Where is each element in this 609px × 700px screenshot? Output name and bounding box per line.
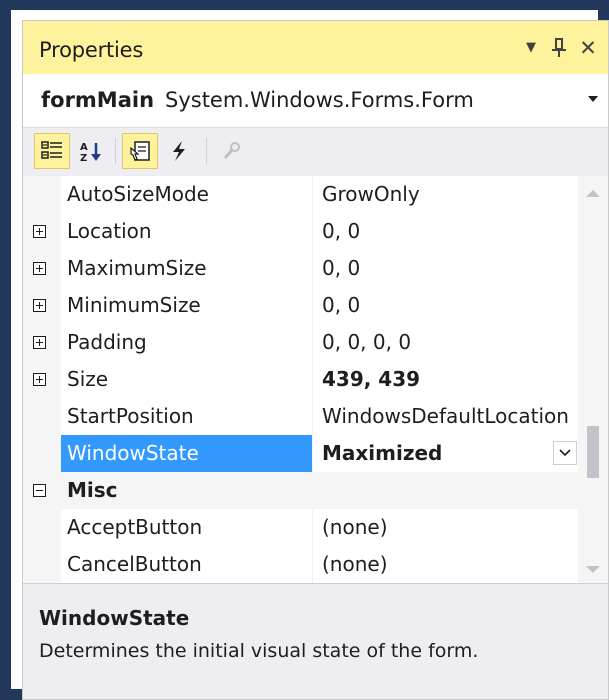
value-dropdown-button[interactable] <box>553 441 577 465</box>
property-value[interactable]: 0, 0 <box>322 213 584 250</box>
description-title: WindowState <box>39 606 190 630</box>
property-row[interactable]: MaximumSize 0, 0 <box>23 250 578 287</box>
column-divider <box>312 546 313 583</box>
description-text: Determines the initial visual state of t… <box>39 640 479 662</box>
scroll-down-icon[interactable] <box>586 566 600 573</box>
column-divider <box>312 213 313 250</box>
property-name: MaximumSize <box>67 256 207 280</box>
column-divider <box>312 435 313 472</box>
panel-titlebar[interactable]: Properties ▼ ✕ <box>23 21 608 74</box>
property-name: AcceptButton <box>67 515 203 539</box>
property-value[interactable]: (none) <box>322 546 584 583</box>
property-name: WindowState <box>67 441 199 465</box>
property-row[interactable]: MinimumSize 0, 0 <box>23 287 578 324</box>
expand-icon[interactable] <box>33 336 46 349</box>
alphabetical-button[interactable]: A Z <box>73 133 109 169</box>
property-value[interactable]: GrowOnly <box>322 176 584 213</box>
panel-title: Properties <box>39 38 144 62</box>
property-row[interactable]: Size 439, 439 <box>23 361 578 398</box>
events-icon <box>173 141 185 161</box>
object-name: formMain <box>41 88 155 112</box>
property-value[interactable]: Maximized <box>322 435 584 472</box>
expand-icon[interactable] <box>33 373 46 386</box>
property-name: Size <box>67 367 109 391</box>
column-divider <box>312 324 313 361</box>
events-button[interactable] <box>161 133 197 169</box>
alphabetical-icon: A Z <box>80 142 101 162</box>
column-divider <box>312 509 313 546</box>
expand-icon[interactable] <box>33 225 46 238</box>
property-pages-button[interactable] <box>214 133 250 169</box>
categorized-button[interactable] <box>34 133 70 169</box>
column-divider <box>312 176 313 213</box>
row-gutter <box>23 176 61 213</box>
property-value[interactable]: (none) <box>322 509 584 546</box>
properties-icon <box>130 141 150 161</box>
svg-text:A: A <box>80 142 88 153</box>
window-frame: Properties ▼ ✕ formMain System.Windows.F… <box>0 0 609 700</box>
property-row[interactable]: WindowState Maximized <box>23 435 578 472</box>
category-row[interactable]: Misc <box>23 472 578 509</box>
row-gutter <box>23 435 61 472</box>
property-name: Location <box>67 219 152 243</box>
row-gutter <box>23 546 61 583</box>
property-row[interactable]: StartPosition WindowsDefaultLocation <box>23 398 578 435</box>
column-divider <box>312 361 313 398</box>
property-value[interactable]: 0, 0 <box>322 250 584 287</box>
pin-icon-glyph <box>552 38 566 57</box>
properties-panel: Properties ▼ ✕ formMain System.Windows.F… <box>22 20 609 700</box>
column-divider <box>312 287 313 324</box>
pin-icon[interactable] <box>547 35 571 61</box>
object-selector[interactable]: formMain System.Windows.Forms.Form <box>23 74 608 128</box>
properties-toolbar: A Z <box>23 128 608 176</box>
property-row[interactable]: CancelButton (none) <box>23 546 578 583</box>
property-pages-icon <box>223 142 240 159</box>
vertical-scrollbar[interactable] <box>578 176 608 583</box>
property-value[interactable]: 439, 439 <box>322 361 584 398</box>
object-type: System.Windows.Forms.Form <box>165 88 474 112</box>
property-value[interactable]: 0, 0, 0, 0 <box>322 324 584 361</box>
property-name: CancelButton <box>67 552 202 576</box>
property-row[interactable]: Location 0, 0 <box>23 213 578 250</box>
svg-text:Z: Z <box>80 153 87 162</box>
column-divider <box>312 250 313 287</box>
property-value[interactable]: WindowsDefaultLocation <box>322 398 584 435</box>
toolbar-separator <box>206 138 207 164</box>
property-name: AutoSizeMode <box>67 182 209 206</box>
row-gutter <box>23 398 61 435</box>
property-name: StartPosition <box>67 404 194 428</box>
chevron-down-icon[interactable] <box>588 96 598 102</box>
expand-icon[interactable] <box>33 299 46 312</box>
window-position-dropdown-icon[interactable]: ▼ <box>520 35 542 61</box>
description-pane: WindowState Determines the initial visua… <box>23 583 608 699</box>
scrollbar-thumb[interactable] <box>587 426 599 478</box>
collapse-icon[interactable] <box>33 484 46 497</box>
column-divider <box>312 398 313 435</box>
property-name: MinimumSize <box>67 293 201 317</box>
scroll-up-icon[interactable] <box>586 190 600 197</box>
row-gutter <box>23 509 61 546</box>
property-value[interactable]: 0, 0 <box>322 287 584 324</box>
property-grid: AutoSizeMode GrowOnly Location 0, 0 MaximumS… <box>23 176 608 583</box>
properties-button[interactable] <box>122 133 158 169</box>
property-row[interactable]: AutoSizeMode GrowOnly <box>23 176 578 213</box>
expand-icon[interactable] <box>33 262 46 275</box>
property-row[interactable]: AcceptButton (none) <box>23 509 578 546</box>
chevron-down-icon <box>559 449 571 457</box>
property-row[interactable]: Padding 0, 0, 0, 0 <box>23 324 578 361</box>
property-name: Misc <box>67 478 118 502</box>
toolbar-separator <box>115 138 116 164</box>
property-name: Padding <box>67 330 147 354</box>
close-icon[interactable]: ✕ <box>576 35 600 61</box>
categorized-icon <box>41 141 62 159</box>
